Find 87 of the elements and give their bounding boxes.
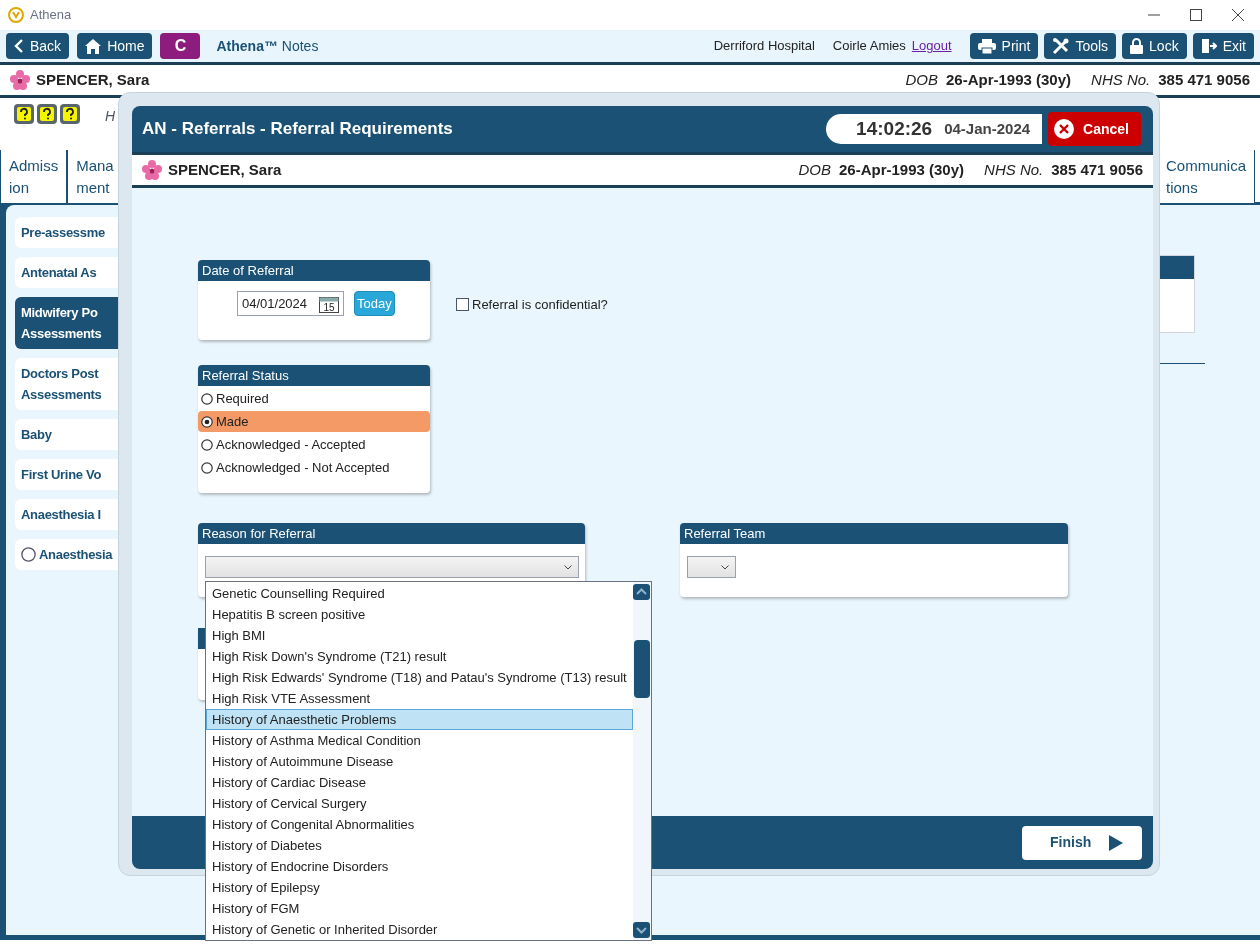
play-icon [1109, 834, 1124, 851]
help-icon [37, 104, 57, 124]
chevron-down-icon [721, 564, 729, 570]
close-icon [1053, 118, 1076, 140]
back-icon [14, 39, 24, 53]
dropdown-option[interactable]: Hepatitis B screen positive [206, 604, 633, 625]
tools-button[interactable]: Tools [1044, 33, 1117, 59]
radio-option[interactable]: Acknowledged - Not Accepted [198, 457, 430, 478]
lock-button[interactable]: Lock [1122, 33, 1187, 59]
help-icon [14, 104, 34, 124]
radio-icon [201, 392, 213, 405]
reason-select[interactable] [205, 556, 579, 578]
hospital-name: Derriford Hospital [713, 37, 815, 56]
radio-button[interactable] [21, 547, 36, 562]
exit-button[interactable]: Exit [1192, 33, 1254, 59]
maximize-icon[interactable] [1190, 9, 1202, 21]
checkbox[interactable] [456, 298, 469, 312]
dialog-title: AN - Referrals - Referral Requirements [142, 118, 453, 141]
panel-title: Referral Status [198, 365, 430, 386]
dropdown-option[interactable]: History of Anaesthetic Problems [206, 709, 633, 730]
dropdown-option[interactable]: History of Autoimmune Disease [206, 751, 633, 772]
lock-icon [1130, 38, 1144, 54]
flower-icon [10, 70, 30, 90]
dropdown-option[interactable]: History of Diabetes [206, 835, 633, 856]
app-logo-icon [8, 7, 24, 23]
header-text: H [105, 107, 116, 126]
dropdown-option[interactable]: Genetic Counselling Required [206, 583, 633, 604]
help-icon [60, 104, 80, 124]
scroll-down-icon[interactable] [633, 922, 650, 938]
dropdown-option[interactable]: History of Genetic or Inherited Disorder [206, 919, 633, 940]
dropdown-option[interactable]: High Risk Down's Syndrome (T21) result [206, 646, 633, 667]
dropdown-option[interactable]: High Risk VTE Assessment [206, 688, 633, 709]
home-button[interactable]: Home [77, 33, 153, 59]
dob-label: DOB [798, 159, 831, 180]
scroll-up-icon[interactable] [633, 584, 650, 600]
flower-icon [142, 160, 162, 180]
nhs-value: 385 471 9056 [1051, 159, 1143, 180]
radio-option[interactable]: Made [198, 411, 430, 432]
chevron-down-icon [564, 564, 572, 570]
dropdown-option[interactable]: History of Cardiac Disease [206, 772, 633, 793]
dropdown-option[interactable]: High BMI [206, 625, 633, 646]
close-icon[interactable] [1232, 9, 1244, 21]
finish-button[interactable]: Finish [1022, 825, 1142, 860]
window-title: Athena [30, 6, 72, 25]
printer-icon [977, 38, 996, 54]
dropdown-option[interactable]: History of Cervical Surgery [206, 793, 633, 814]
tab[interactable]: Admiss ion [0, 150, 68, 203]
radio-option[interactable]: Required [198, 388, 430, 409]
time-text: 14:02:26 [856, 116, 933, 141]
home-icon [85, 38, 102, 54]
radio-icon [201, 461, 213, 474]
nhs-label: NHS No. [1091, 69, 1151, 90]
date-field[interactable]: 04/01/2024 15 [237, 291, 344, 316]
panel-title: Referral Team [680, 523, 1068, 544]
radio-icon [201, 415, 213, 428]
cancel-button[interactable]: Cancel [1048, 112, 1141, 146]
scrollbar[interactable] [633, 582, 651, 940]
dropdown-option[interactable]: History of Congenital Abnormalities [206, 814, 633, 835]
dropdown-option[interactable]: History of Endocrine Disorders [206, 856, 633, 877]
dropdown-option[interactable]: History of FGM [206, 898, 633, 919]
print-button[interactable]: Print [969, 33, 1039, 59]
checkbox-label: Referral is confidential? [472, 296, 608, 314]
panel-title: Date of Referral [198, 260, 430, 281]
team-select[interactable] [687, 556, 736, 578]
nhs-label: NHS No. [984, 159, 1044, 180]
dropdown-option[interactable]: High Risk Edwards' Syndrome (T18) and Patau's Syndrome (T13) result [206, 667, 633, 688]
tools-icon [1052, 37, 1070, 55]
dob-value: 26-Apr-1993 (30y) [946, 69, 1072, 90]
c-badge[interactable]: C [160, 33, 201, 59]
dob-value: 26-Apr-1993 (30y) [839, 159, 965, 180]
panel-title: Reason for Referral [198, 523, 585, 544]
nhs-value: 385 471 9056 [1158, 69, 1250, 90]
calendar-icon[interactable]: 15 [319, 294, 339, 313]
radio-icon [201, 438, 213, 451]
back-button[interactable]: Back [6, 33, 70, 59]
app-name: Athena™ Notes [216, 36, 319, 56]
patient-name: SPENCER, Sara [36, 69, 150, 90]
scroll-thumb[interactable] [634, 640, 650, 698]
radio-option[interactable]: Acknowledged - Accepted [198, 434, 430, 455]
dropdown-option[interactable]: History of Epilepsy [206, 877, 633, 898]
dropdown-option[interactable]: History of Asthma Medical Condition [206, 730, 633, 751]
patient-name: SPENCER, Sara [168, 159, 282, 180]
logout-link[interactable]: Logout [911, 36, 952, 56]
date-text: 04-Jan-2024 [944, 118, 1031, 139]
exit-icon [1200, 38, 1217, 54]
user-name: Coirle Amies [832, 37, 906, 56]
dob-label: DOB [905, 69, 938, 90]
